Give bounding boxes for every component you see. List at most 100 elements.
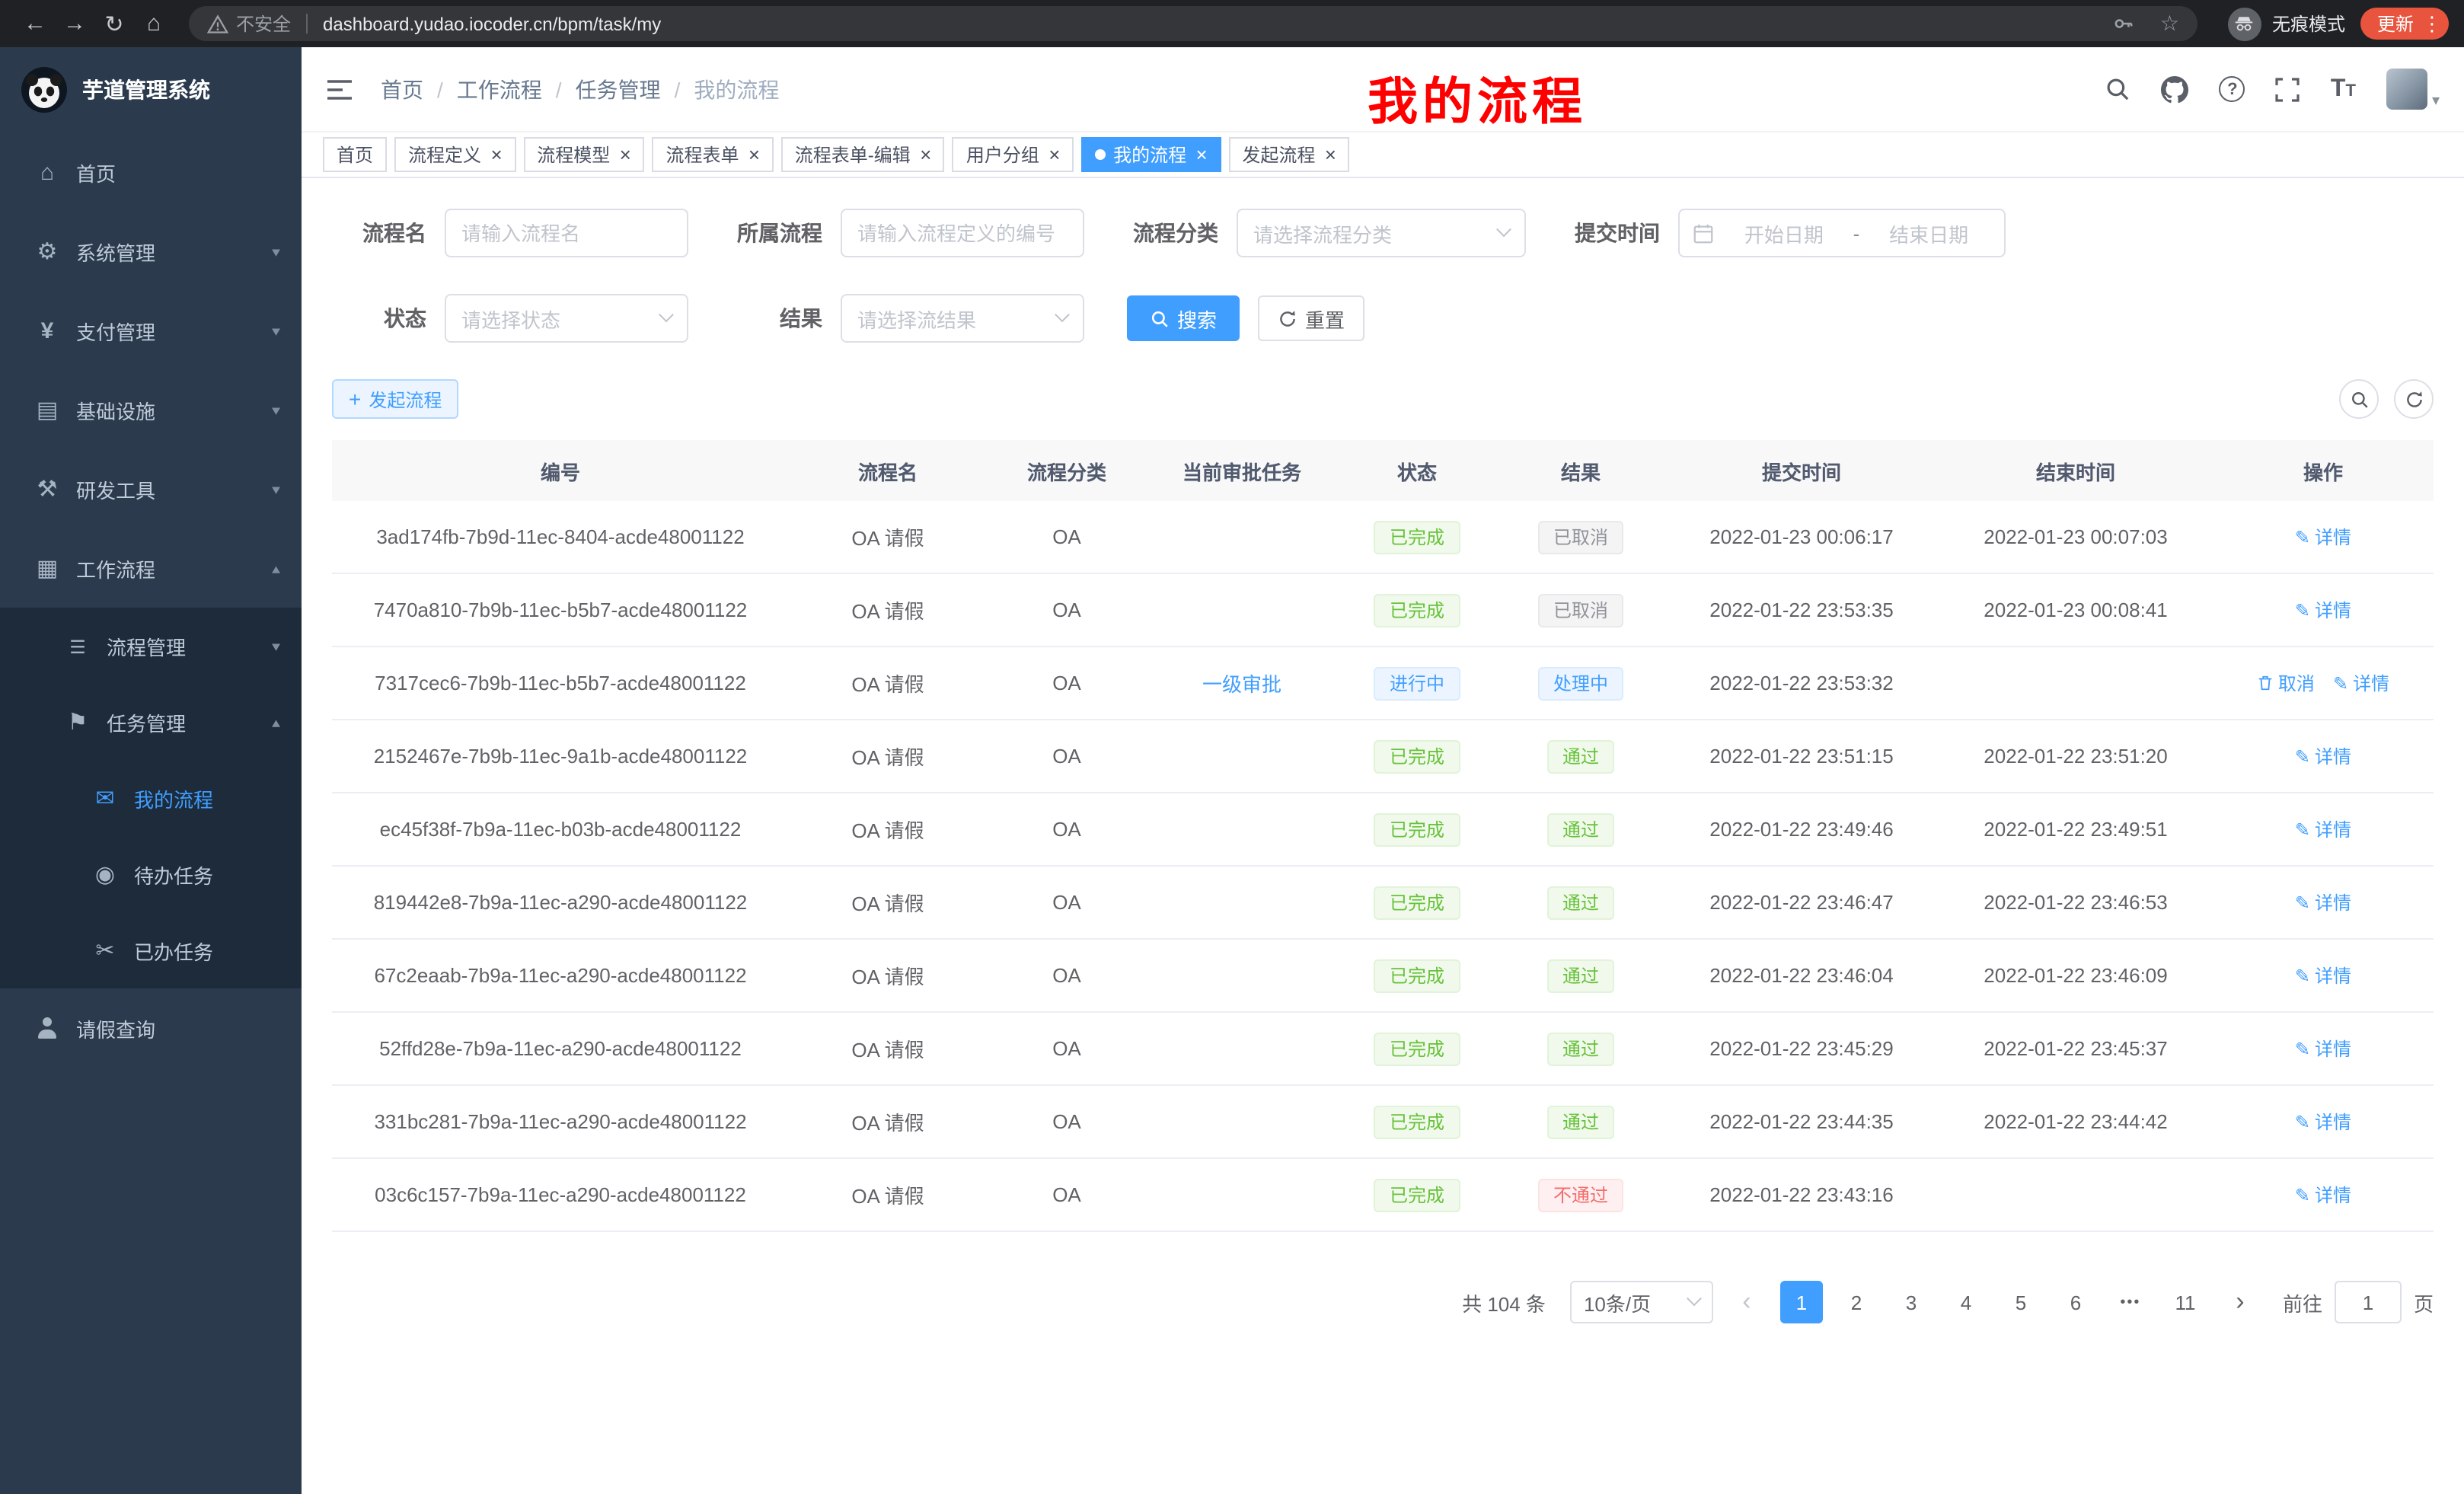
page-button[interactable]: 3: [1890, 1281, 1933, 1323]
omnibox-divider: [306, 14, 308, 34]
breadcrumb-home[interactable]: 首页: [381, 74, 423, 104]
page-button[interactable]: 4: [1945, 1281, 1987, 1323]
sidebar-item-payment-mgmt[interactable]: 支付管理 ▾: [0, 291, 302, 370]
col-header-submit-time: 提交时间: [1664, 456, 1939, 485]
view-tab[interactable]: 我的流程 ×: [1081, 137, 1221, 172]
prev-page-button[interactable]: ‹: [1725, 1281, 1768, 1323]
cancel-link[interactable]: 取消: [2257, 670, 2315, 696]
cell-actions: 取消 ✎ 详情: [2213, 962, 2434, 988]
edit-icon: ✎: [2295, 1111, 2310, 1132]
task-link[interactable]: 一级审批: [1202, 669, 1281, 698]
date-range-picker[interactable]: 开始日期 - 结束日期: [1678, 209, 2006, 257]
browser-forward-button[interactable]: →: [55, 4, 94, 43]
cell-actions: 取消 ✎ 详情: [2213, 524, 2434, 550]
page-size-select[interactable]: 10条/页: [1570, 1281, 1713, 1323]
detail-link[interactable]: ✎ 详情: [2333, 670, 2389, 696]
detail-link[interactable]: ✎ 详情: [2295, 816, 2351, 842]
sidebar-item-workflow[interactable]: 工作流程 ▴: [0, 528, 302, 608]
browser-reload-button[interactable]: ↻: [94, 4, 134, 43]
cell-name: OA 请假: [789, 961, 987, 990]
browser-back-button[interactable]: ←: [15, 4, 55, 43]
workflow-submenu: 流程管理 ▾ 任务管理 ▴ 我的流程 待办任务: [0, 608, 302, 988]
create-process-button[interactable]: + 发起流程: [332, 379, 458, 419]
goto-page-input[interactable]: [2335, 1281, 2402, 1323]
close-icon[interactable]: ×: [490, 145, 502, 164]
status-select[interactable]: 请选择状态: [445, 294, 688, 343]
view-tab[interactable]: 流程模型 ×: [523, 137, 644, 172]
page-button[interactable]: 5: [2000, 1281, 2042, 1323]
page-button[interactable]: •••: [2109, 1281, 2152, 1323]
cell-submit-time: 2022-01-22 23:53:35: [1664, 599, 1939, 621]
detail-link[interactable]: ✎ 详情: [2295, 743, 2351, 769]
page-button[interactable]: 11: [2164, 1281, 2207, 1323]
view-tab[interactable]: 流程定义 ×: [394, 137, 515, 172]
close-icon[interactable]: ×: [1324, 145, 1336, 164]
detail-link[interactable]: ✎ 详情: [2295, 597, 2351, 623]
sidebar-item-done-tasks[interactable]: 已办任务: [0, 912, 302, 988]
cell-result: 通过: [1497, 1032, 1664, 1065]
sidebar-item-infrastructure[interactable]: 基础设施 ▾: [0, 370, 302, 449]
close-icon[interactable]: ×: [1195, 145, 1207, 164]
help-icon[interactable]: ?: [2220, 76, 2245, 102]
view-tab[interactable]: 用户分组 ×: [953, 137, 1074, 172]
view-tab[interactable]: 发起流程 ×: [1228, 137, 1349, 172]
sidebar-item-home[interactable]: 首页: [0, 132, 302, 212]
sidebar-item-todo-tasks[interactable]: 待办任务: [0, 836, 302, 912]
close-icon[interactable]: ×: [1048, 145, 1060, 164]
fullscreen-icon[interactable]: [2276, 77, 2300, 101]
view-tab[interactable]: 流程表单 ×: [652, 137, 773, 172]
bookmark-star-icon[interactable]: ☆: [2160, 11, 2179, 37]
breadcrumb-task-mgmt[interactable]: 任务管理: [576, 74, 661, 104]
process-name-input[interactable]: [445, 209, 688, 257]
cell-name: OA 请假: [789, 742, 987, 771]
address-bar[interactable]: 不安全 dashboard.yudao.iocoder.cn/bpm/task/…: [189, 6, 2197, 41]
sidebar-item-task-mgmt[interactable]: 任务管理 ▴: [0, 684, 302, 760]
browser-home-button[interactable]: ⌂: [134, 4, 174, 43]
end-date-placeholder[interactable]: 结束日期: [1866, 219, 1992, 247]
view-tab[interactable]: 首页 ×: [323, 137, 387, 172]
refresh-button[interactable]: [2394, 379, 2434, 419]
user-menu[interactable]: ▾: [2386, 69, 2440, 110]
detail-link[interactable]: ✎ 详情: [2295, 889, 2351, 915]
chevron-down-icon: ▾: [272, 637, 280, 654]
detail-link[interactable]: ✎ 详情: [2295, 1182, 2351, 1208]
close-icon[interactable]: ×: [748, 145, 760, 164]
sidebar-item-system-mgmt[interactable]: 系统管理 ▾: [0, 212, 302, 291]
sidebar-item-leave-query[interactable]: 请假查询: [0, 988, 302, 1068]
reset-button[interactable]: 重置: [1258, 295, 1364, 341]
browser-menu-icon[interactable]: ⋮: [2421, 11, 2443, 36]
search-button[interactable]: 搜索: [1127, 295, 1240, 341]
sidebar-item-dev-tools[interactable]: 研发工具 ▾: [0, 449, 302, 528]
app-logo[interactable]: 芋道管理系统: [0, 47, 302, 132]
password-key-icon[interactable]: [2113, 12, 2136, 35]
page-button[interactable]: 1: [1780, 1281, 1823, 1323]
page-button[interactable]: 2: [1835, 1281, 1878, 1323]
font-size-icon[interactable]: TT: [2331, 77, 2356, 101]
github-icon[interactable]: [2162, 75, 2189, 103]
filter-category: 流程分类 请选择流程分类: [1127, 209, 1526, 257]
start-date-placeholder[interactable]: 开始日期: [1721, 219, 1847, 247]
cell-status: 已完成: [1337, 593, 1497, 627]
search-icon[interactable]: [2105, 76, 2131, 102]
detail-link[interactable]: ✎ 详情: [2295, 1109, 2351, 1135]
cell-name: OA 请假: [789, 522, 987, 551]
result-select[interactable]: 请选择流结果: [841, 294, 1084, 343]
sidebar-item-my-process[interactable]: 我的流程: [0, 760, 302, 836]
process-definition-input[interactable]: [841, 209, 1084, 257]
close-icon[interactable]: ×: [619, 145, 630, 164]
update-button[interactable]: 更新 ⋮: [2360, 8, 2449, 40]
close-icon[interactable]: ×: [920, 145, 931, 164]
hamburger-icon[interactable]: [326, 77, 353, 101]
category-select[interactable]: 请选择流程分类: [1237, 209, 1526, 257]
sidebar-item-process-mgmt[interactable]: 流程管理 ▾: [0, 608, 302, 684]
tools-icon: [30, 477, 64, 500]
toggle-search-button[interactable]: [2339, 379, 2379, 419]
detail-link[interactable]: ✎ 详情: [2295, 962, 2351, 988]
breadcrumb-workflow[interactable]: 工作流程: [457, 74, 542, 104]
page-button[interactable]: 6: [2054, 1281, 2097, 1323]
detail-link[interactable]: ✎ 详情: [2295, 1036, 2351, 1061]
view-tab[interactable]: 流程表单-编辑 ×: [781, 137, 945, 172]
flag-icon: [61, 710, 94, 733]
detail-link[interactable]: ✎ 详情: [2295, 524, 2351, 550]
next-page-button[interactable]: ›: [2219, 1281, 2261, 1323]
